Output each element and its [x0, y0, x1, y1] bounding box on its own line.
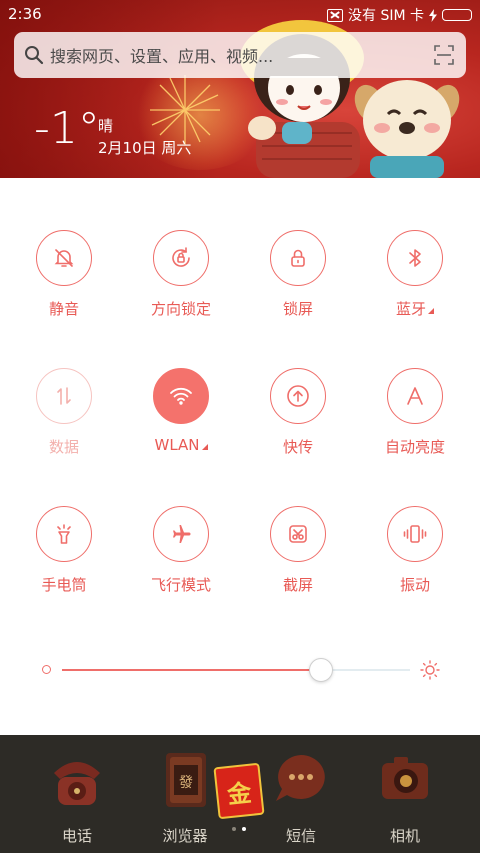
toggle-auto-brightness[interactable]: 自动亮度 [360, 368, 470, 457]
status-bar: 2:36 没有 SIM 卡 [0, 0, 480, 28]
toggle-quick-transfer[interactable]: 快传 [243, 368, 353, 457]
mobile-data-icon [57, 387, 71, 405]
screenshot-icon [289, 525, 307, 543]
weather-condition: 晴 [98, 117, 114, 135]
toggle-label: 快传 [282, 438, 313, 456]
battery-icon [442, 9, 472, 21]
toggle-label: 数据 [48, 438, 79, 456]
sim-status: 没有 SIM 卡 [348, 8, 424, 24]
brightness-high-icon [420, 660, 440, 680]
toggle-bluetooth[interactable]: 蓝牙 [360, 230, 470, 319]
vibrate-icon [403, 525, 427, 543]
toggle-airplane-mode[interactable]: 飞行模式 [126, 506, 236, 595]
brightness-slider-thumb[interactable] [308, 658, 333, 682]
auto-brightness-icon [407, 387, 423, 405]
dock-app-label: 短信 [285, 827, 316, 845]
toggle-label: 锁屏 [282, 300, 313, 318]
camera-icon [382, 757, 428, 799]
svg-text:發: 發 [179, 775, 193, 791]
flashlight-icon [57, 524, 71, 544]
toggle-label: 自动亮度 [384, 438, 445, 456]
dock-app-phone[interactable]: 电话 [22, 743, 132, 846]
no-sim-icon [327, 8, 343, 22]
bluetooth-icon [409, 249, 421, 267]
toggle-wlan[interactable]: WLAN [126, 368, 236, 454]
charging-icon [429, 8, 437, 22]
toggle-mobile-data[interactable]: 数据 [9, 368, 119, 457]
clock: 2:36 [8, 5, 42, 23]
lock-icon [291, 249, 305, 267]
toggle-label: 截屏 [282, 576, 313, 594]
brightness-low-icon [42, 665, 51, 674]
page-dot [232, 827, 236, 831]
temperature: -1° [34, 103, 100, 154]
quick-transfer-icon [287, 385, 309, 407]
toggle-rotation-lock[interactable]: 方向锁定 [126, 230, 236, 319]
toggle-vibrate[interactable]: 振动 [360, 506, 470, 595]
search-input[interactable]: 搜索网页、设置、应用、视频... [50, 43, 434, 67]
toggle-label: WLAN [154, 436, 200, 454]
red-envelope-icon[interactable]: 金 [213, 762, 265, 820]
page-indicator [232, 827, 246, 831]
messages-icon [276, 755, 325, 801]
toggle-silent[interactable]: 静音 [9, 230, 119, 319]
dog-illustration [354, 80, 460, 178]
toggle-label: 飞行模式 [150, 576, 211, 594]
airplane-icon [173, 525, 191, 543]
dock-app-label: 电话 [61, 827, 92, 845]
toggle-screenshot[interactable]: 截屏 [243, 506, 353, 595]
envelope-char: 金 [225, 777, 253, 809]
menu-indicator-icon [428, 308, 434, 314]
page-dot-active [242, 827, 246, 831]
scan-icon[interactable] [434, 45, 454, 65]
toggle-lock-screen[interactable]: 锁屏 [243, 230, 353, 319]
dock-app-camera[interactable]: 相机 [350, 743, 460, 846]
home-dock: 电话 發 浏览器 短信 相机 金 [0, 735, 480, 853]
toggle-label: 振动 [399, 576, 430, 594]
search-icon [25, 46, 44, 65]
wifi-icon [170, 387, 192, 405]
date-label: 2月10日 周六 [98, 139, 192, 157]
phone-icon [54, 762, 100, 805]
search-bar[interactable]: 搜索网页、设置、应用、视频... [14, 32, 466, 78]
toggle-label: 方向锁定 [150, 300, 211, 318]
dock-app-label: 相机 [389, 827, 420, 845]
menu-indicator-icon [201, 444, 208, 450]
toggle-label: 静音 [48, 300, 79, 318]
toggle-label: 蓝牙 [395, 300, 426, 318]
toggle-label: 手电筒 [41, 576, 87, 594]
brightness-slider-fill [62, 669, 320, 671]
dock-app-label: 浏览器 [162, 827, 208, 845]
bell-off-icon [54, 249, 74, 267]
rotation-lock-icon [172, 247, 190, 267]
wallpaper-header: 2:36 没有 SIM 卡 搜索网页、设置、应用、视频... -1° 晴 2月1… [0, 0, 480, 178]
brightness-slider[interactable] [62, 669, 410, 671]
browser-icon: 發 [166, 753, 206, 807]
toggle-flashlight[interactable]: 手电筒 [9, 506, 119, 595]
